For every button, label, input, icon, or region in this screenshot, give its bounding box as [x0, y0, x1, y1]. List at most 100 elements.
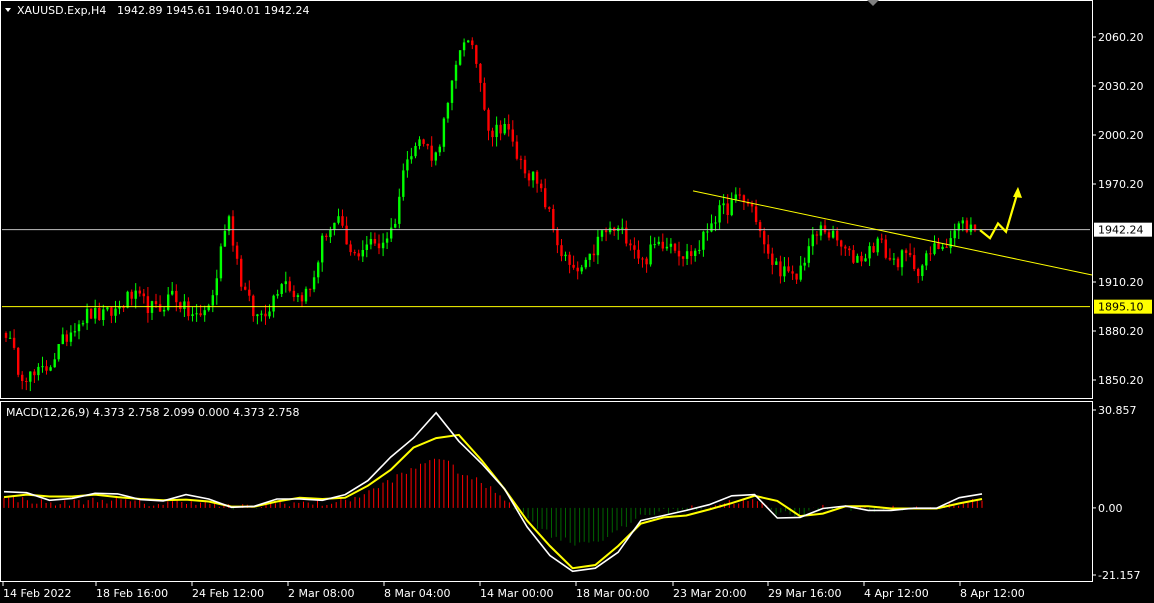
candle-body — [921, 265, 924, 276]
candle-body — [337, 216, 340, 223]
candle-body — [596, 236, 600, 256]
candle-body — [288, 281, 291, 291]
ohlc-label: 1942.89 1945.61 1940.01 1942.24 — [117, 4, 309, 17]
candle-body — [564, 254, 567, 257]
candle-body — [45, 366, 48, 371]
candle-body — [458, 50, 462, 65]
candle-body — [767, 244, 770, 254]
candle-body — [483, 82, 486, 110]
candle-body — [171, 290, 174, 295]
candle-body — [187, 301, 190, 317]
candle-body — [961, 220, 964, 224]
candle-body — [799, 265, 802, 280]
candle-body — [219, 246, 223, 279]
candle-body — [462, 42, 466, 51]
scroll-marker-icon[interactable] — [867, 0, 879, 6]
candle-body — [844, 246, 847, 249]
candle-body — [304, 288, 308, 302]
candle-body — [507, 124, 510, 130]
candle-body — [162, 309, 166, 312]
candle-body — [925, 253, 928, 266]
candle-body — [637, 249, 640, 259]
candle-body — [475, 45, 478, 64]
candle-body — [183, 301, 186, 309]
candle-body — [179, 302, 182, 309]
time-tick-label: 18 Mar 00:00 — [576, 587, 649, 600]
candle-body — [900, 250, 904, 268]
candle-body — [945, 246, 948, 248]
candle-body — [523, 159, 527, 174]
candle-body — [272, 295, 275, 312]
candle-body — [85, 308, 89, 324]
candle-body — [831, 230, 835, 238]
price-tick-label: 1910.20 — [1098, 276, 1144, 289]
candle-body — [69, 332, 73, 342]
macd-main-line — [3, 411, 983, 573]
candle-body — [892, 258, 896, 260]
candle-body — [499, 124, 502, 134]
candle-body — [888, 257, 892, 260]
candle-body — [260, 313, 263, 315]
candle-body — [203, 310, 206, 316]
candle-body — [848, 248, 851, 251]
candle-body — [361, 250, 364, 257]
candle-body — [353, 252, 356, 254]
candle-body — [600, 230, 604, 237]
candle-body — [296, 295, 300, 297]
candle-body — [673, 243, 677, 251]
candle-body — [604, 230, 608, 233]
candle-body — [154, 301, 158, 305]
candle-body — [937, 243, 940, 249]
macd-tick-label: 0.00 — [1098, 502, 1123, 515]
candle-body — [669, 243, 673, 247]
candle-body — [556, 229, 559, 246]
candle-body — [734, 194, 737, 200]
candle-body — [256, 314, 259, 317]
candle-body — [240, 258, 243, 287]
candle-body — [33, 371, 36, 376]
candle-body — [426, 144, 429, 146]
candle-body — [414, 146, 417, 157]
candle-body — [641, 258, 644, 260]
macd-tick-label: -21.157 — [1098, 569, 1140, 582]
candle-body — [791, 271, 794, 274]
candle-body — [876, 238, 879, 253]
candle-body — [53, 359, 56, 368]
candle-body — [775, 261, 778, 265]
chart-window: 2060.20 2030.20 2000.20 1970.20 1910.20 1880.… — [0, 0, 1154, 603]
candle-body — [106, 307, 109, 310]
time-tick-label: 18 Feb 16:00 — [96, 587, 168, 600]
candle-body — [698, 249, 701, 251]
candle-body — [933, 243, 936, 254]
candle-body — [110, 307, 113, 316]
macd-lines — [3, 411, 983, 573]
candle-body — [65, 334, 68, 342]
candle-body — [779, 261, 782, 277]
candle-body — [852, 250, 855, 263]
candle-body — [268, 311, 271, 317]
candle-body — [102, 309, 105, 320]
candle-body — [410, 156, 413, 160]
candle-body — [657, 241, 660, 245]
candle-body — [827, 232, 831, 238]
candle-body — [365, 244, 368, 250]
candle-body — [884, 239, 887, 258]
candle-body — [442, 118, 446, 147]
collapse-triangle-icon[interactable] — [5, 8, 11, 12]
macd-panel-frame — [0, 401, 1093, 582]
candle-body — [17, 347, 20, 375]
candle-body — [653, 244, 656, 246]
candle-body — [402, 170, 405, 197]
macd-label: MACD(12,26,9) 4.373 2.758 2.099 0.000 4.… — [6, 406, 299, 419]
price-tick-label: 1850.20 — [1098, 374, 1144, 387]
candle-body — [373, 239, 377, 244]
candle-body — [77, 324, 81, 332]
candle-body — [548, 207, 551, 209]
candle-body — [211, 295, 214, 306]
chart-canvas[interactable]: 2060.20 2030.20 2000.20 1970.20 1910.20 1880.… — [0, 0, 1154, 603]
candle-body — [661, 241, 664, 249]
candle-body — [491, 130, 494, 138]
candle-body — [284, 281, 287, 285]
candle-body — [953, 230, 956, 239]
candle-body — [130, 291, 133, 299]
